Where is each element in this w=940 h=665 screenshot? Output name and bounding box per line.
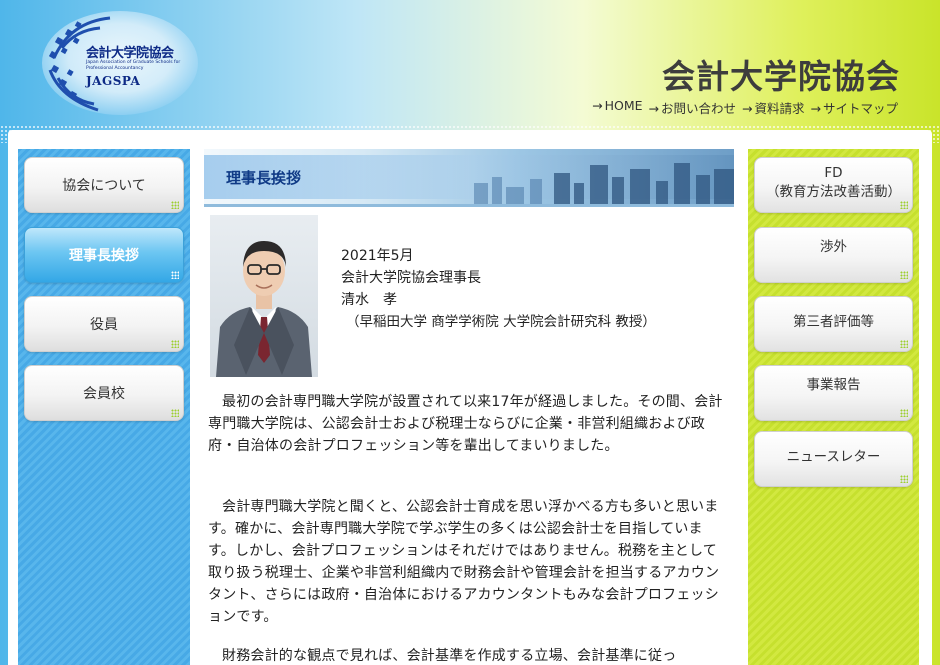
- person-portrait-icon: [216, 241, 312, 377]
- main-content: 理事長挨拶 2021年5月 会計大学院協会理事長 清水 孝 （早稲田大学 商学学…: [204, 149, 734, 665]
- corner-dots-icon: [900, 409, 908, 417]
- greeting-paragraph-3: 財務会計的な観点で見れば、会計基準を作成する立場、会計基準に従っ: [222, 648, 677, 664]
- logo-abbreviation: JAGSPA: [86, 74, 141, 88]
- sidebar-item-officers[interactable]: 役員: [24, 296, 184, 352]
- right-sidebar: FD （教育方法改善活動） 渉外 第三者評価等 事業報告 ニュースレター: [748, 149, 919, 665]
- corner-dots-icon: [900, 340, 908, 348]
- sidebar-item-about[interactable]: 協会について: [24, 157, 184, 213]
- arrow-right-icon: →: [742, 101, 753, 116]
- chairman-portrait: [210, 215, 318, 377]
- arrow-right-icon: →: [592, 98, 603, 113]
- corner-dots-icon: [171, 271, 179, 279]
- corner-dots-icon: [900, 271, 908, 279]
- sidebar-item-member-schools[interactable]: 会員校: [24, 365, 184, 421]
- chairman-name: 清水 孝: [341, 292, 397, 308]
- top-navigation: → HOME → お問い合わせ → 資料請求 → サイトマップ: [592, 98, 898, 117]
- top-nav-request-materials[interactable]: → 資料請求: [742, 98, 805, 117]
- section-title: 理事長挨拶: [226, 169, 302, 187]
- greeting-paragraph-2: 会計専門職大学院と聞くと、公認会計士育成を思い浮かべる方も多いと思います。確かに…: [208, 499, 720, 625]
- top-nav-sitemap[interactable]: → サイトマップ: [811, 98, 899, 117]
- site-logo[interactable]: 会計大学院協会 Japan Association of Graduate Sc…: [40, 8, 200, 118]
- sidebar-item-external-relations[interactable]: 渉外: [754, 227, 913, 283]
- left-sidebar: 協会について 理事長挨拶 役員 会員校: [18, 149, 190, 665]
- corner-dots-icon: [900, 201, 908, 209]
- corner-dots-icon: [171, 340, 179, 348]
- arrow-right-icon: →: [648, 101, 659, 116]
- chairman-role: 会計大学院協会理事長: [341, 270, 481, 286]
- sidebar-item-third-party-evaluation[interactable]: 第三者評価等: [754, 296, 913, 352]
- sidebar-item-newsletter[interactable]: ニュースレター: [754, 431, 913, 487]
- site-title: 会計大学院協会: [662, 57, 900, 96]
- corner-dots-icon: [900, 475, 908, 483]
- top-nav-home[interactable]: → HOME: [592, 98, 642, 117]
- sidebar-item-business-report[interactable]: 事業報告: [754, 365, 913, 421]
- logo-title: 会計大学院協会: [86, 46, 174, 61]
- corner-dots-icon: [171, 409, 179, 417]
- city-skyline-icon: [474, 163, 734, 204]
- section-banner: 理事長挨拶: [204, 149, 734, 207]
- greeting-date: 2021年5月: [341, 248, 414, 264]
- chairman-affiliation: （早稲田大学 商学学術院 大学院会計研究科 教授）: [346, 314, 656, 330]
- top-nav-contact[interactable]: → お問い合わせ: [649, 98, 737, 117]
- corner-dots-icon: [171, 201, 179, 209]
- logo-subtitle: Japan Association of Graduate Schools fo…: [86, 60, 181, 71]
- greeting-paragraph-1: 最初の会計専門職大学院が設置されて以来17年が経過しました。その間、会計専門職大…: [208, 394, 723, 454]
- sidebar-item-fd[interactable]: FD （教育方法改善活動）: [754, 157, 913, 213]
- site-header: 会計大学院協会 Japan Association of Graduate Sc…: [0, 0, 940, 125]
- chairman-info: 2021年5月 会計大学院協会理事長 清水 孝 （早稲田大学 商学学術院 大学院…: [341, 245, 656, 333]
- arrow-right-icon: →: [810, 101, 821, 116]
- sidebar-item-chairman-greeting[interactable]: 理事長挨拶: [24, 227, 184, 283]
